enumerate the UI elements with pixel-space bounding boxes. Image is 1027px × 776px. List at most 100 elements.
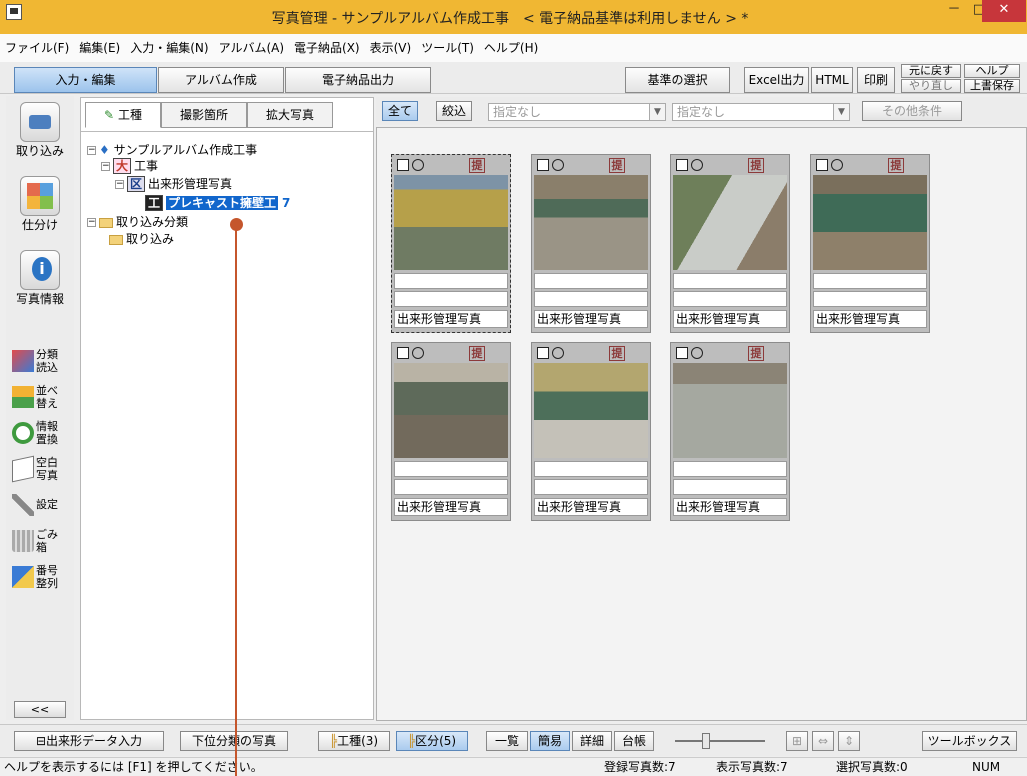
lower-category-photos-button[interactable]: 下位分類の写真: [180, 731, 288, 751]
category-section-badge: 区: [127, 176, 146, 192]
menu-edit[interactable]: 編集(E): [74, 34, 125, 62]
photo-card[interactable]: 提 出来形管理写真: [531, 154, 651, 333]
help-button[interactable]: ヘルプ: [964, 64, 1020, 78]
excel-output-button[interactable]: Excel出力: [744, 67, 809, 93]
photo-thumbnail[interactable]: [673, 363, 787, 458]
overwrite-save-button[interactable]: 上書保存: [964, 79, 1020, 93]
trash-icon: [12, 530, 34, 552]
tab-enlarged-photo[interactable]: 拡大写真: [247, 102, 333, 128]
classify-load-button[interactable]: 分類 読込: [6, 346, 72, 376]
other-conditions-button[interactable]: その他条件: [862, 101, 962, 121]
photo-caption: 出来形管理写真: [534, 498, 648, 516]
filter-select-2[interactable]: 指定なし ▼: [672, 103, 850, 121]
photo-thumbnail[interactable]: [394, 175, 508, 270]
tree-node-dekigata[interactable]: − 区出来形管理写真: [115, 176, 232, 192]
status-bar: ヘルプを表示するには [F1] を押してください。 登録写真数:7 表示写真数:…: [0, 757, 1027, 776]
collapse-icon[interactable]: −: [115, 180, 124, 189]
settings-button[interactable]: 設定: [6, 490, 72, 520]
menu-view[interactable]: 表示(V): [365, 34, 417, 62]
photo-card[interactable]: 提 出来形管理写真: [391, 342, 511, 521]
html-button[interactable]: HTML: [811, 67, 853, 93]
tab-electronic-output[interactable]: 電子納品出力: [285, 67, 431, 93]
app-icon[interactable]: [6, 4, 22, 20]
close-button[interactable]: ✕: [982, 0, 1026, 22]
collapse-icon[interactable]: −: [87, 146, 96, 155]
menu-input-edit[interactable]: 入力・編集(N): [125, 34, 213, 62]
view-ledger-button[interactable]: 台帳: [614, 731, 654, 751]
criteria-select-button[interactable]: 基準の選択: [625, 67, 730, 93]
redo-button[interactable]: やり直し: [901, 79, 961, 93]
tree-node-import[interactable]: 取り込み: [109, 231, 174, 247]
koushu-count-button[interactable]: ╠工種(3): [318, 731, 390, 751]
submit-mark: 提: [609, 346, 625, 361]
view-detail-button[interactable]: 詳細: [572, 731, 612, 751]
tree-node-import-category[interactable]: − 取り込み分類: [87, 214, 188, 230]
fit-grid-icon[interactable]: ⊞: [786, 731, 808, 751]
status-numlock: NUM: [972, 760, 1001, 774]
replace-info-button[interactable]: 情報 置換: [6, 418, 72, 448]
photo-icon: [397, 159, 409, 171]
node-count: 7: [282, 196, 291, 210]
photo-thumbnail[interactable]: [673, 175, 787, 270]
photo-card[interactable]: 提 出来形管理写真: [531, 342, 651, 521]
chevron-down-icon: ▼: [649, 104, 665, 120]
tree-node-construction[interactable]: − 大工事: [101, 158, 158, 174]
folder-icon: [99, 217, 113, 228]
photo-info-button[interactable]: 写真情報: [8, 250, 72, 307]
dekigata-input-button[interactable]: ⊟出来形データ入力: [14, 731, 164, 751]
menu-album[interactable]: アルバム(A): [214, 34, 289, 62]
menu-file[interactable]: ファイル(F): [0, 34, 74, 62]
collapse-icon[interactable]: −: [101, 162, 110, 171]
tree-node-root[interactable]: − ♦ サンプルアルバム作成工事: [87, 142, 257, 158]
photo-caption: 出来形管理写真: [813, 310, 927, 328]
reorder-icon: [12, 386, 34, 408]
zoom-slider-thumb[interactable]: [702, 733, 710, 749]
menu-electronic-delivery[interactable]: 電子納品(X): [289, 34, 365, 62]
photo-card[interactable]: 提 出来形管理写真: [670, 154, 790, 333]
tab-album-create[interactable]: アルバム作成: [158, 67, 284, 93]
collapse-sidebar-button[interactable]: <<: [14, 701, 66, 718]
status-displayed-count: 表示写真数:7: [716, 760, 788, 774]
photo-card[interactable]: 提 出来形管理写真: [810, 154, 930, 333]
import-button[interactable]: 取り込み: [8, 102, 72, 159]
view-simple-button[interactable]: 簡易: [530, 731, 570, 751]
zoom-slider-track[interactable]: [675, 740, 765, 742]
filter-select-1[interactable]: 指定なし ▼: [488, 103, 666, 121]
undo-button[interactable]: 元に戻す: [901, 64, 961, 78]
view-list-button[interactable]: 一覧: [486, 731, 528, 751]
toolbox-button[interactable]: ツールボックス: [922, 731, 1017, 751]
photo-caption: 出来形管理写真: [394, 498, 508, 516]
photo-thumbnail[interactable]: [394, 363, 508, 458]
tab-input-edit[interactable]: 入力・編集: [14, 67, 157, 93]
filter-narrow-button[interactable]: 絞込: [436, 101, 472, 121]
status-selected-count: 選択写真数:0: [836, 760, 908, 774]
tab-shooting-location[interactable]: 撮影箇所: [161, 102, 247, 128]
print-button[interactable]: 印刷: [857, 67, 895, 93]
photo-thumbnail[interactable]: [534, 175, 648, 270]
menu-help[interactable]: ヘルプ(H): [479, 34, 543, 62]
menu-tools[interactable]: ツール(T): [416, 34, 479, 62]
photo-icon: [816, 159, 828, 171]
number-sort-button[interactable]: 番号 整列: [6, 562, 72, 592]
trash-button[interactable]: ごみ 箱: [6, 526, 72, 556]
tab-koushu[interactable]: ✎ 工種: [85, 102, 161, 128]
fit-width-icon[interactable]: ⇔: [812, 731, 834, 751]
tree-panel: ✎ 工種 撮影箇所 拡大写真 − ♦ サンプルアルバム作成工事 − 大工事 − 区出来…: [80, 97, 374, 720]
photo-card[interactable]: 提 出来形管理写真: [670, 342, 790, 521]
photo-card[interactable]: 提 出来形管理写真: [391, 154, 511, 333]
reorder-button[interactable]: 並べ 替え: [6, 382, 72, 412]
kubun-count-button[interactable]: ╠区分(5): [396, 731, 468, 751]
import-label: 取り込み: [15, 144, 64, 158]
tree-node-precast[interactable]: 工プレキャスト擁壁工 7: [145, 195, 290, 211]
sort-button[interactable]: 仕分け: [8, 176, 72, 233]
left-toolbar: 取り込み 仕分け 写真情報 分類 読込 並べ 替え 情報 置換 空白 写真 設定…: [6, 96, 74, 720]
window-title: 写真管理 - サンプルアルバム作成工事 < 電子納品基準は利用しません > *: [271, 11, 749, 27]
submit-mark: 提: [748, 158, 764, 173]
blank-photo-button[interactable]: 空白 写真: [6, 454, 72, 484]
collapse-icon[interactable]: −: [87, 218, 96, 227]
photo-thumbnail[interactable]: [534, 363, 648, 458]
number-sort-icon: [12, 566, 34, 588]
photo-thumbnail[interactable]: [813, 175, 927, 270]
fit-height-icon[interactable]: ⇕: [838, 731, 860, 751]
filter-all-button[interactable]: 全て: [382, 101, 418, 121]
